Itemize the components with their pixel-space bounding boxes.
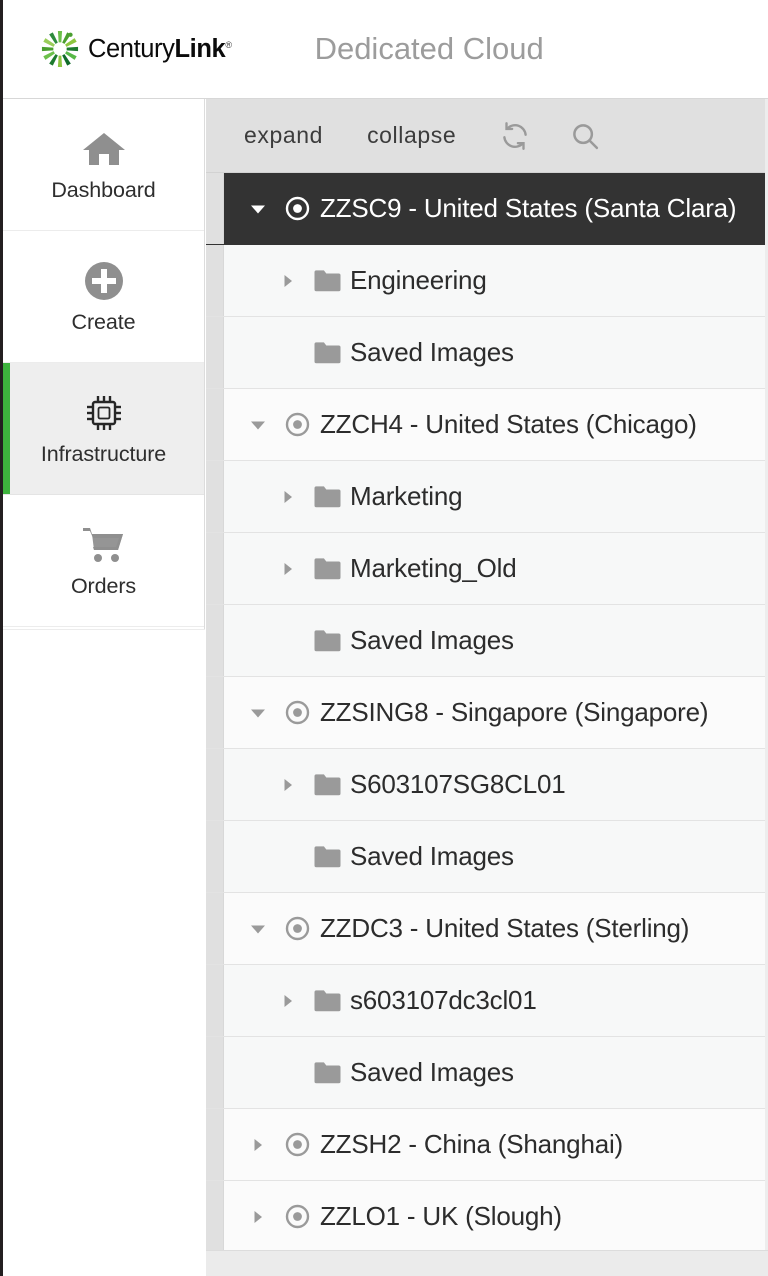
registered-mark: ® xyxy=(225,39,232,50)
tree-row[interactable]: ZZCH4 - United States (Chicago) xyxy=(206,389,768,461)
tree-row-label: ZZSC9 - United States (Santa Clara) xyxy=(320,193,737,223)
target-icon xyxy=(283,1131,311,1159)
tree-row[interactable]: ZZDC3 - United States (Sterling) xyxy=(206,893,768,965)
tree-row-label: ZZDC3 - United States (Sterling) xyxy=(320,913,690,943)
chevron-right-icon[interactable] xyxy=(277,270,299,292)
tree-row[interactable]: s603107dc3cl01 xyxy=(206,965,768,1037)
sidebar-label-infrastructure: Infrastructure xyxy=(40,442,167,466)
target-icon xyxy=(283,1203,311,1231)
tree-row[interactable]: Saved Images xyxy=(206,317,768,389)
centurylink-logo-icon xyxy=(41,30,79,68)
plus-circle-icon xyxy=(84,258,124,304)
target-icon xyxy=(283,195,311,223)
home-icon xyxy=(81,126,127,172)
tree-row-label: Marketing_Old xyxy=(350,553,517,583)
tree-row-label: Saved Images xyxy=(350,625,514,655)
tree-row[interactable]: Saved Images xyxy=(206,605,768,677)
tree-row[interactable]: ZZLO1 - UK (Slough) xyxy=(206,1181,768,1253)
folder-icon xyxy=(313,267,341,295)
sidebar-label-orders: Orders xyxy=(70,574,137,598)
brand-wordmark-bold: Link xyxy=(174,34,226,63)
chevron-right-icon[interactable] xyxy=(277,990,299,1012)
sidebar-item-orders[interactable]: Orders xyxy=(3,495,204,627)
main-sidebar: Dashboard Create Infrastructure Orders xyxy=(3,99,205,629)
tree-row-label: ZZLO1 - UK (Slough) xyxy=(320,1201,562,1231)
sidebar-label-dashboard: Dashboard xyxy=(51,178,156,202)
page-title: Dedicated Cloud xyxy=(314,31,544,66)
tree-row-label: S603107SG8CL01 xyxy=(350,769,566,799)
brand-logo[interactable]: CenturyLink® xyxy=(41,30,232,68)
collapse-button[interactable]: collapse xyxy=(367,122,456,149)
sidebar-item-create[interactable]: Create xyxy=(3,231,204,363)
refresh-icon[interactable] xyxy=(500,121,530,151)
chevron-right-icon[interactable] xyxy=(277,774,299,796)
chevron-right-icon[interactable] xyxy=(277,558,299,580)
folder-icon xyxy=(313,339,341,367)
chevron-right-icon[interactable] xyxy=(247,1134,269,1156)
panel-bottom-strip xyxy=(206,1250,768,1276)
chevron-down-icon[interactable] xyxy=(247,918,269,940)
search-icon[interactable] xyxy=(570,121,600,151)
tree-row-label: Engineering xyxy=(350,265,487,295)
infrastructure-tree-panel: expand collapse ZZSC9 - United States (S… xyxy=(206,99,768,1276)
expand-button[interactable]: expand xyxy=(244,122,323,149)
tree-row[interactable]: Marketing xyxy=(206,461,768,533)
folder-icon xyxy=(313,483,341,511)
chevron-down-icon[interactable] xyxy=(247,414,269,436)
tree-row-label: ZZSING8 - Singapore (Singapore) xyxy=(320,697,709,727)
tree-row-label: ZZCH4 - United States (Chicago) xyxy=(320,409,697,439)
cpu-chip-icon xyxy=(83,390,125,436)
target-icon xyxy=(283,699,311,727)
tree-row[interactable]: Saved Images xyxy=(206,821,768,893)
folder-icon xyxy=(313,771,341,799)
dedicated-cloud-app: CenturyLink® Dedicated Cloud Dashboard C… xyxy=(0,0,768,1276)
chevron-right-icon[interactable] xyxy=(247,1206,269,1228)
tree-row-label: ZZSH2 - China (Shanghai) xyxy=(320,1129,623,1159)
target-icon xyxy=(283,411,311,439)
tree-row-label: Saved Images xyxy=(350,841,514,871)
tree-row[interactable]: ZZSING8 - Singapore (Singapore) xyxy=(206,677,768,749)
brand-wordmark-light: Century xyxy=(88,34,175,63)
tree-toolbar: expand collapse xyxy=(206,99,768,173)
app-header: CenturyLink® Dedicated Cloud xyxy=(3,0,768,99)
tree-row[interactable]: ZZSH2 - China (Shanghai) xyxy=(206,1109,768,1181)
folder-icon xyxy=(313,987,341,1015)
brand-wordmark: CenturyLink® xyxy=(88,35,232,64)
sidebar-item-infrastructure[interactable]: Infrastructure xyxy=(3,363,204,495)
tree-row-label: Saved Images xyxy=(350,337,514,367)
sidebar-item-dashboard[interactable]: Dashboard xyxy=(3,99,204,231)
sidebar-divider xyxy=(3,629,205,630)
tree-row[interactable]: ZZSC9 - United States (Santa Clara) xyxy=(206,173,768,245)
tree-row-label: s603107dc3cl01 xyxy=(350,985,537,1015)
tree-row[interactable]: Engineering xyxy=(206,245,768,317)
tree-row[interactable]: S603107SG8CL01 xyxy=(206,749,768,821)
sidebar-label-create: Create xyxy=(71,310,136,334)
folder-icon xyxy=(313,627,341,655)
chevron-down-icon[interactable] xyxy=(247,702,269,724)
tree-row-label: Marketing xyxy=(350,481,463,511)
chevron-right-icon[interactable] xyxy=(277,486,299,508)
target-icon xyxy=(283,915,311,943)
tree-row-label: Saved Images xyxy=(350,1057,514,1087)
tree-row-list: ZZSC9 - United States (Santa Clara) Engin… xyxy=(206,173,768,1253)
tree-row[interactable]: Marketing_Old xyxy=(206,533,768,605)
shopping-cart-icon xyxy=(81,522,127,568)
chevron-down-icon[interactable] xyxy=(247,198,269,220)
folder-icon xyxy=(313,843,341,871)
folder-icon xyxy=(313,1059,341,1087)
tree-row[interactable]: Saved Images xyxy=(206,1037,768,1109)
folder-icon xyxy=(313,555,341,583)
